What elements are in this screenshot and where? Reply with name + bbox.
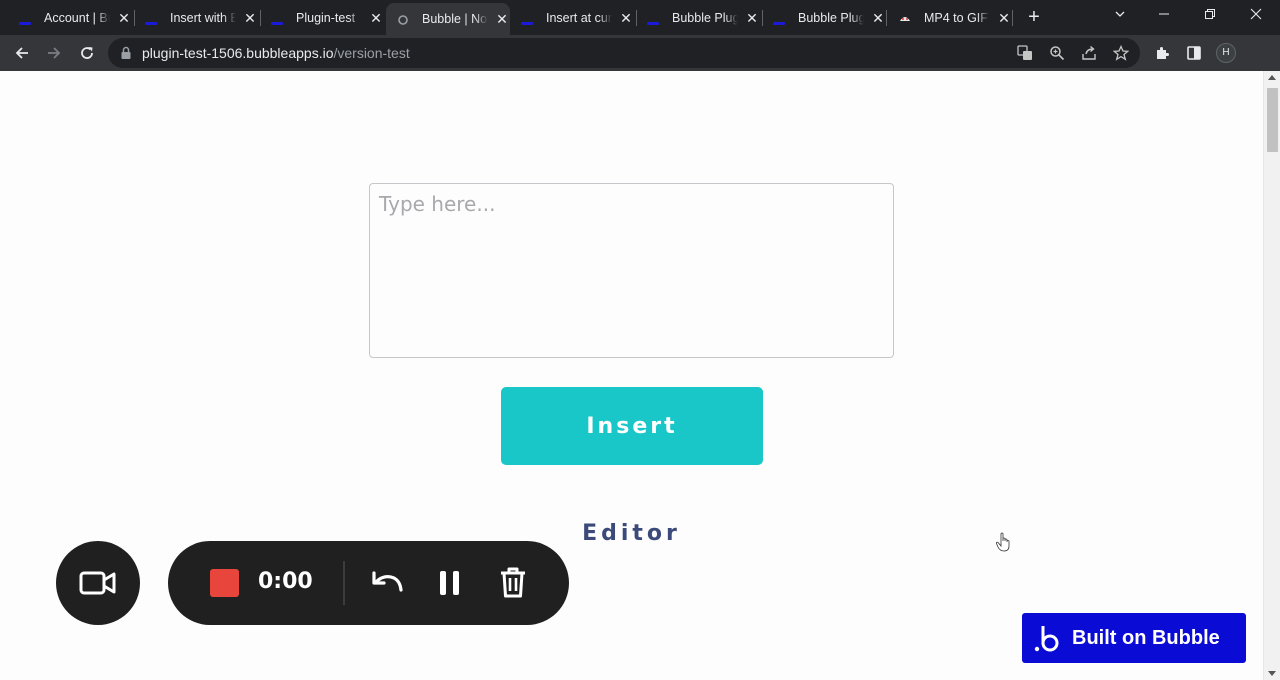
built-on-bubble-badge[interactable]: Built on Bubble (1022, 613, 1246, 663)
address-bar[interactable]: plugin-test-1506.bubbleapps.io/version-t… (108, 38, 1140, 68)
tab-0[interactable]: Account | Bubble ✕ (18, 4, 132, 31)
undo-icon[interactable] (370, 567, 404, 599)
tab-separator (636, 10, 637, 26)
tab-title: MP4 to GIF (924, 10, 988, 25)
text-input[interactable] (369, 183, 894, 358)
url-text[interactable]: plugin-test-1506.bubbleapps.io/version-t… (142, 45, 410, 61)
tab-close-icon[interactable]: ✕ (870, 10, 886, 26)
hand-cursor-icon (996, 532, 1010, 552)
camera-toggle-button[interactable] (56, 541, 140, 625)
recorder-controls: 0:00 (168, 541, 569, 625)
ezgif-favicon-icon (898, 11, 912, 25)
tab-close-icon[interactable]: ✕ (116, 10, 132, 26)
tab-title: Plugin-test (296, 10, 356, 25)
minimize-icon[interactable] (1154, 6, 1174, 26)
back-icon[interactable] (10, 41, 34, 65)
tab-title: Insert with Bubble (170, 10, 236, 25)
tab-title: Bubble Plugin (672, 10, 738, 25)
bookmark-star-icon[interactable] (1112, 44, 1130, 62)
trash-icon[interactable] (496, 567, 530, 599)
forward-icon[interactable] (42, 41, 66, 65)
side-panel-icon[interactable] (1184, 43, 1204, 63)
tab-4[interactable]: Insert at cursor ✕ (520, 4, 634, 31)
tab-close-icon[interactable]: ✕ (242, 10, 258, 26)
bubble-logo-icon (1034, 626, 1059, 652)
tab-title: Bubble Plugin (798, 10, 864, 25)
profile-avatar[interactable]: H (1216, 43, 1236, 63)
url-host: plugin-test-1506.bubbleapps.io (142, 45, 334, 61)
tab-close-icon[interactable]: ✕ (368, 10, 384, 26)
tab-separator (762, 10, 763, 26)
restore-icon[interactable] (1200, 6, 1220, 26)
bubble-favicon-icon (772, 11, 786, 25)
tab-2[interactable]: Plugin-test ✕ (270, 4, 384, 31)
scroll-up-arrow-icon[interactable] (1268, 75, 1276, 80)
editor-heading: Editor (582, 521, 681, 546)
tab-title: Insert at cursor (546, 10, 612, 25)
tab-separator (134, 10, 135, 26)
video-camera-icon (79, 571, 116, 595)
tab-search-icon[interactable] (1110, 6, 1130, 26)
tab-separator (886, 10, 887, 26)
pause-icon[interactable] (433, 567, 467, 599)
tab-7[interactable]: MP4 to GIF ✕ (898, 4, 1012, 31)
tab-close-icon[interactable]: ✕ (618, 10, 634, 26)
url-path: /version-test (333, 45, 410, 61)
zoom-icon[interactable] (1048, 44, 1066, 62)
stop-recording-button[interactable] (210, 569, 239, 597)
tab-close-icon[interactable]: ✕ (996, 10, 1012, 26)
tab-5[interactable]: Bubble Plugin ✕ (646, 4, 760, 31)
scroll-thumb[interactable] (1267, 88, 1278, 152)
bubble-favicon-icon (396, 12, 410, 26)
translate-icon[interactable] (1016, 44, 1034, 62)
controls-divider (343, 561, 345, 605)
tab-6[interactable]: Bubble Plugin ✕ (772, 4, 886, 31)
scroll-down-arrow-icon[interactable] (1268, 671, 1276, 676)
lock-icon[interactable] (120, 46, 132, 60)
bubble-favicon-icon (144, 11, 158, 25)
tab-1[interactable]: Insert with Bubble ✕ (144, 4, 258, 31)
tab-close-icon[interactable]: ✕ (744, 10, 760, 26)
tab-title: Bubble | No-code (422, 12, 488, 26)
reload-icon[interactable] (75, 41, 99, 65)
bubble-favicon-icon (520, 11, 534, 25)
insert-button[interactable]: Insert (501, 387, 763, 465)
tab-3-active[interactable]: Bubble | No-code ✕ (386, 3, 510, 35)
share-icon[interactable] (1080, 44, 1098, 62)
extensions-icon[interactable] (1152, 43, 1172, 63)
recording-timer: 0:00 (258, 569, 313, 594)
bubble-favicon-icon (18, 11, 32, 25)
badge-label: Built on Bubble (1072, 626, 1220, 649)
browser-toolbar: plugin-test-1506.bubbleapps.io/version-t… (0, 35, 1280, 71)
tab-title: Account | Bubble (44, 10, 110, 25)
tab-separator (1012, 10, 1013, 26)
page-scrollbar[interactable] (1263, 71, 1280, 680)
bubble-favicon-icon (646, 11, 660, 25)
new-tab-button[interactable]: + (1024, 7, 1044, 28)
window-close-icon[interactable] (1246, 6, 1266, 26)
tab-separator (260, 10, 261, 26)
tab-strip: Account | Bubble ✕ Insert with Bubble ✕ … (0, 0, 1280, 35)
tab-close-icon[interactable]: ✕ (494, 11, 510, 27)
bubble-favicon-icon (270, 11, 284, 25)
